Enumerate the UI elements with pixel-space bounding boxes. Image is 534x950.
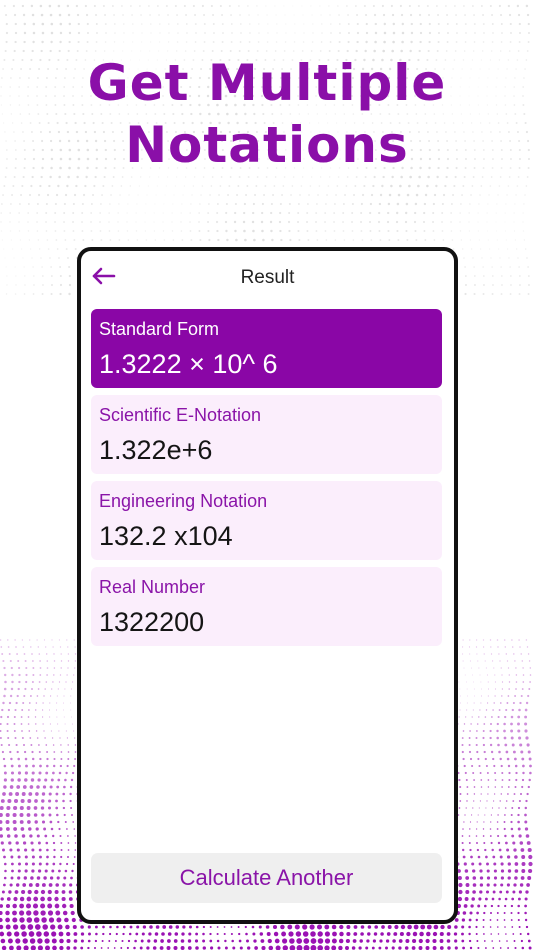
app-bar: Result [81, 251, 454, 303]
result-card-standard-form[interactable]: Standard Form 1.3222 × 10^ 6 [91, 309, 442, 388]
result-value: 1.3222 × 10^ 6 [99, 349, 278, 379]
result-value: 1322200 [99, 607, 205, 637]
headline-line-2: Notations [125, 116, 409, 174]
screen-title: Result [240, 267, 295, 288]
result-label: Engineering Notation [99, 491, 268, 511]
headline: Get Multiple Notations [0, 52, 534, 176]
result-value: 1.322e+6 [99, 435, 213, 465]
result-card-scientific-e-notation[interactable]: Scientific E-Notation 1.322e+6 [91, 395, 442, 474]
result-label: Standard Form [99, 319, 220, 339]
result-card-real-number[interactable]: Real Number 1322200 [91, 567, 442, 646]
calculate-another-button[interactable]: Calculate Another [91, 853, 442, 903]
result-card-engineering-notation[interactable]: Engineering Notation 132.2 x104 [91, 481, 442, 560]
result-value: 132.2 x104 [99, 521, 233, 551]
result-label: Scientific E-Notation [99, 405, 262, 425]
result-label: Real Number [99, 577, 206, 597]
phone-frame: Result Standard Form 1.3222 × 10^ 6 Scie… [77, 247, 458, 924]
headline-line-1: Get Multiple [87, 54, 447, 112]
